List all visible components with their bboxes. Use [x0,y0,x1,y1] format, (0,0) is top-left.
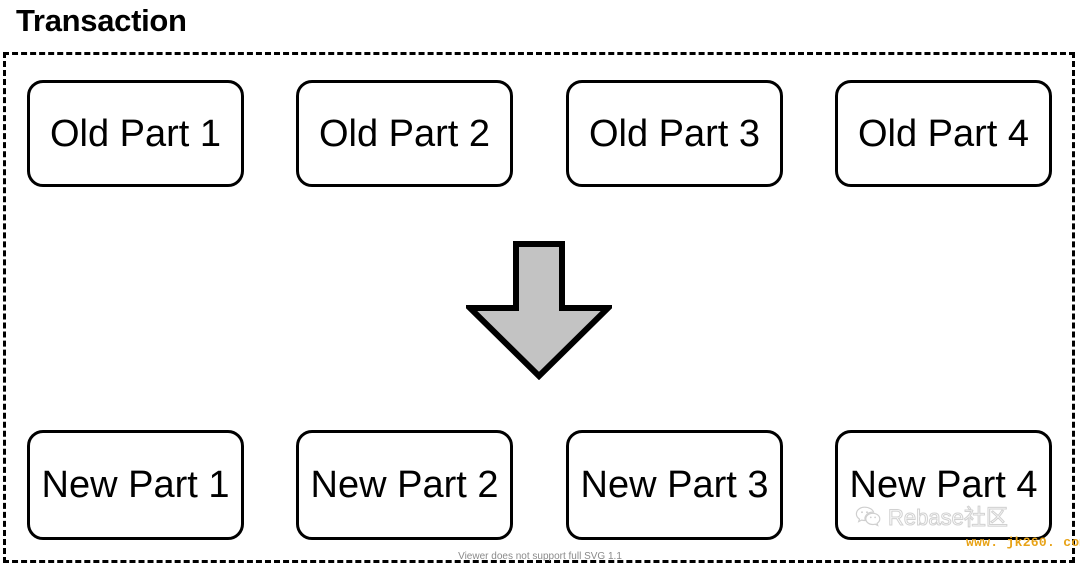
part-box-old-4[interactable]: Old Part 4 [835,80,1052,187]
watermark-url: www. jk260. com [966,536,1080,549]
part-box-old-1[interactable]: Old Part 1 [27,80,244,187]
part-box-label: New Part 1 [42,466,230,504]
down-arrow-icon [466,240,612,380]
part-box-label: New Part 4 [850,466,1038,504]
part-box-label: Old Part 4 [858,115,1029,153]
part-box-label: New Part 3 [581,466,769,504]
transaction-diagram: Transaction Old Part 1 Old Part 2 Old Pa… [0,0,1080,568]
part-box-label: Old Part 1 [50,115,221,153]
part-box-new-3[interactable]: New Part 3 [566,430,783,540]
svg-fallback-notice: Viewer does not support full SVG 1.1 [0,551,1080,563]
part-box-new-2[interactable]: New Part 2 [296,430,513,540]
part-box-label: Old Part 2 [319,115,490,153]
part-box-label: New Part 2 [311,466,499,504]
part-box-label: Old Part 3 [589,115,760,153]
part-box-old-3[interactable]: Old Part 3 [566,80,783,187]
part-box-new-1[interactable]: New Part 1 [27,430,244,540]
page-title: Transaction [16,1,187,41]
part-box-old-2[interactable]: Old Part 2 [296,80,513,187]
part-box-new-4[interactable]: New Part 4 [835,430,1052,540]
